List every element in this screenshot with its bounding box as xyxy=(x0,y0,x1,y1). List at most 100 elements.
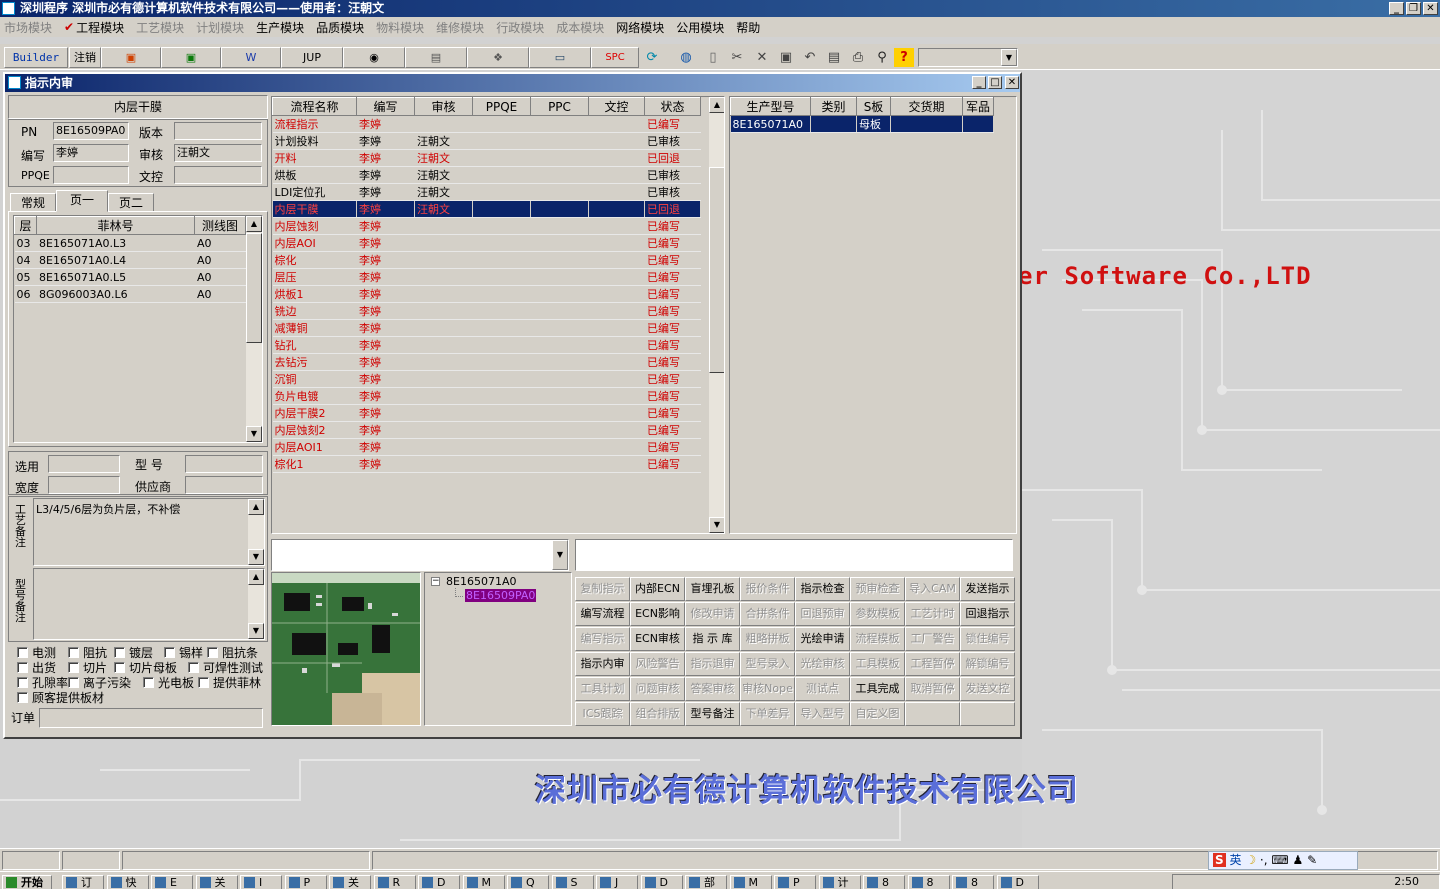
cut-icon[interactable]: ✂ xyxy=(727,48,747,67)
product-row[interactable]: 8E165071A0 母板 xyxy=(730,115,994,133)
flow-row[interactable]: 内层蚀刻2 李婷 已编写 xyxy=(272,421,701,439)
flow-row[interactable]: 内层AOI 李婷 已编写 xyxy=(272,234,701,252)
menu-item-7[interactable]: 维修模块 xyxy=(436,19,484,36)
database-icon[interactable]: ▤ xyxy=(405,47,467,68)
taskbar-item[interactable]: 关 xyxy=(329,875,371,889)
column-header[interactable]: PPC xyxy=(530,97,589,116)
tree-collapse-icon[interactable]: − xyxy=(431,577,440,586)
minimize-button[interactable]: _ xyxy=(1389,2,1404,15)
taskbar-item[interactable]: M xyxy=(729,875,772,889)
action-button-41[interactable]: 组合排版 xyxy=(630,702,685,726)
column-header[interactable]: 生产型号 xyxy=(730,97,811,116)
taskbar-item[interactable]: M xyxy=(462,875,505,889)
action-button-7[interactable]: 发送指示 xyxy=(960,577,1015,601)
action-button-44[interactable]: 导入型号 xyxy=(795,702,850,726)
table-row[interactable]: 05 8E165071A0.L5 A0 xyxy=(14,268,246,286)
tree-child-node[interactable]: 8E16509PA0 xyxy=(465,589,537,602)
flow-combo[interactable]: ▼ xyxy=(271,539,569,571)
powerpoint-icon[interactable]: ▣ xyxy=(101,47,161,68)
checkbox-13[interactable]: 顾客提供板材 xyxy=(17,689,104,706)
flow-row[interactable]: 负片电镀 李婷 已编写 xyxy=(272,387,701,405)
checkbox-12[interactable]: 提供菲林 xyxy=(198,674,261,691)
table-row[interactable]: 06 8G096003A0.L6 A0 xyxy=(14,285,246,303)
supplier-field[interactable] xyxy=(185,476,263,494)
flow-row[interactable]: 烘板 李婷 汪朝文 已审核 xyxy=(272,166,701,184)
action-button-8[interactable]: 编写流程 xyxy=(575,602,630,626)
action-button-20[interactable]: 光绘申请 xyxy=(795,627,850,651)
preview-icon[interactable]: ▤ xyxy=(824,48,844,67)
column-header[interactable]: 文控 xyxy=(588,97,645,116)
control-field[interactable] xyxy=(174,166,262,184)
action-button-37[interactable]: 工具完成 xyxy=(850,677,905,701)
remark-field[interactable] xyxy=(575,539,1013,571)
column-header[interactable]: 流程名称 xyxy=(272,97,357,116)
taskbar-item[interactable]: 8 xyxy=(907,875,950,889)
restore-button[interactable]: ❐ xyxy=(1406,2,1421,15)
action-button-42[interactable]: 型号备注 xyxy=(685,702,740,726)
taskbar-item[interactable]: D xyxy=(418,875,460,889)
column-header[interactable]: 类别 xyxy=(810,97,857,116)
scroll-down-icon[interactable]: ▼ xyxy=(709,517,724,533)
checkbox-box[interactable] xyxy=(68,647,79,658)
window-maximize-button[interactable]: □ xyxy=(988,76,1002,89)
action-button-6[interactable]: 导入CAM xyxy=(905,577,960,601)
action-button-1[interactable]: 内部ECN xyxy=(630,577,685,601)
action-button-16[interactable]: 编写指示 xyxy=(575,627,630,651)
taskbar-item[interactable]: 订 xyxy=(62,875,104,889)
flow-row[interactable]: 铣边 李婷 已编写 xyxy=(272,302,701,320)
window-minimize-button[interactable]: _ xyxy=(972,76,986,89)
column-header[interactable]: 审核 xyxy=(414,97,473,116)
flow-row[interactable]: 钻孔 李婷 已编写 xyxy=(272,336,701,354)
action-button-13[interactable]: 参数模板 xyxy=(850,602,905,626)
menu-item-8[interactable]: 行政模块 xyxy=(496,19,544,36)
menu-item-9[interactable]: 成本模块 xyxy=(556,19,604,36)
scroll-down-icon[interactable]: ▼ xyxy=(248,623,264,639)
delete-icon[interactable]: ✕ xyxy=(752,48,772,67)
find-icon[interactable]: ⚲ xyxy=(872,48,892,67)
menu-item-2[interactable]: 工艺模块 xyxy=(136,19,184,36)
action-button-33[interactable]: 问题审核 xyxy=(630,677,685,701)
table-row[interactable]: 04 8E165071A0.L4 A0 xyxy=(14,251,246,269)
keyboard-icon[interactable]: ⌨ xyxy=(1271,853,1288,867)
menu-item-12[interactable]: 帮助 xyxy=(736,19,760,36)
checkbox-box[interactable] xyxy=(17,692,28,703)
action-button-17[interactable]: ECN审核 xyxy=(630,627,685,651)
window-close-button[interactable]: ✕ xyxy=(1005,76,1019,89)
menu-item-1[interactable]: 工程模块 xyxy=(76,19,124,36)
flow-row[interactable]: 棕化 李婷 已编写 xyxy=(272,251,701,269)
flow-row[interactable]: 内层AOI1 李婷 已编写 xyxy=(272,438,701,456)
reviewer-field[interactable]: 汪朝文 xyxy=(174,144,262,162)
checkbox-box[interactable] xyxy=(17,662,28,673)
action-button-31[interactable]: 解锁编号 xyxy=(960,652,1015,676)
flow-row[interactable]: 开料 李婷 汪朝文 已回退 xyxy=(272,149,701,167)
select-field[interactable] xyxy=(48,455,120,473)
process-note-field[interactable]: L3/4/5/6层为负片层，不补偿 ▲ ▼ xyxy=(33,498,265,566)
menu-item-3[interactable]: 计划模块 xyxy=(196,19,244,36)
model-note-scrollbar[interactable]: ▲ ▼ xyxy=(248,569,264,639)
taskbar-item[interactable]: 快 xyxy=(106,875,149,889)
taskbar-item[interactable]: 8 xyxy=(863,875,905,889)
action-button-23[interactable]: 锁住编号 xyxy=(960,627,1015,651)
action-button-35[interactable]: 审核Nope xyxy=(740,677,795,701)
action-button-25[interactable]: 风险警告 xyxy=(630,652,685,676)
action-button-45[interactable]: 自定义图 xyxy=(850,702,905,726)
scroll-up-icon[interactable]: ▲ xyxy=(248,569,264,585)
action-button-38[interactable]: 取消暂停 xyxy=(905,677,960,701)
taskbar-item[interactable]: J xyxy=(596,875,638,889)
chevron-down-icon[interactable]: ▼ xyxy=(1001,49,1017,66)
column-header[interactable]: 测线图 xyxy=(194,216,246,235)
new-file-icon[interactable]: ▯ xyxy=(703,48,723,67)
model-note-field[interactable]: ▲ ▼ xyxy=(33,568,265,640)
scroll-thumb[interactable] xyxy=(709,167,724,373)
column-header[interactable]: 状态 xyxy=(644,97,701,116)
excel-icon[interactable]: ▣ xyxy=(161,47,221,68)
action-button-28[interactable]: 光绘审核 xyxy=(795,652,850,676)
word-icon[interactable]: W xyxy=(221,47,281,68)
ime-mode[interactable]: 英 xyxy=(1229,853,1241,867)
checkbox-box[interactable] xyxy=(68,662,79,673)
action-button-36[interactable]: 测试点 xyxy=(795,677,850,701)
action-button-19[interactable]: 粗略拼板 xyxy=(740,627,795,651)
action-button-27[interactable]: 型号录入 xyxy=(740,652,795,676)
action-button-40[interactable]: ICS跟踪 xyxy=(575,702,630,726)
print-icon[interactable]: ⎙ xyxy=(848,48,868,67)
